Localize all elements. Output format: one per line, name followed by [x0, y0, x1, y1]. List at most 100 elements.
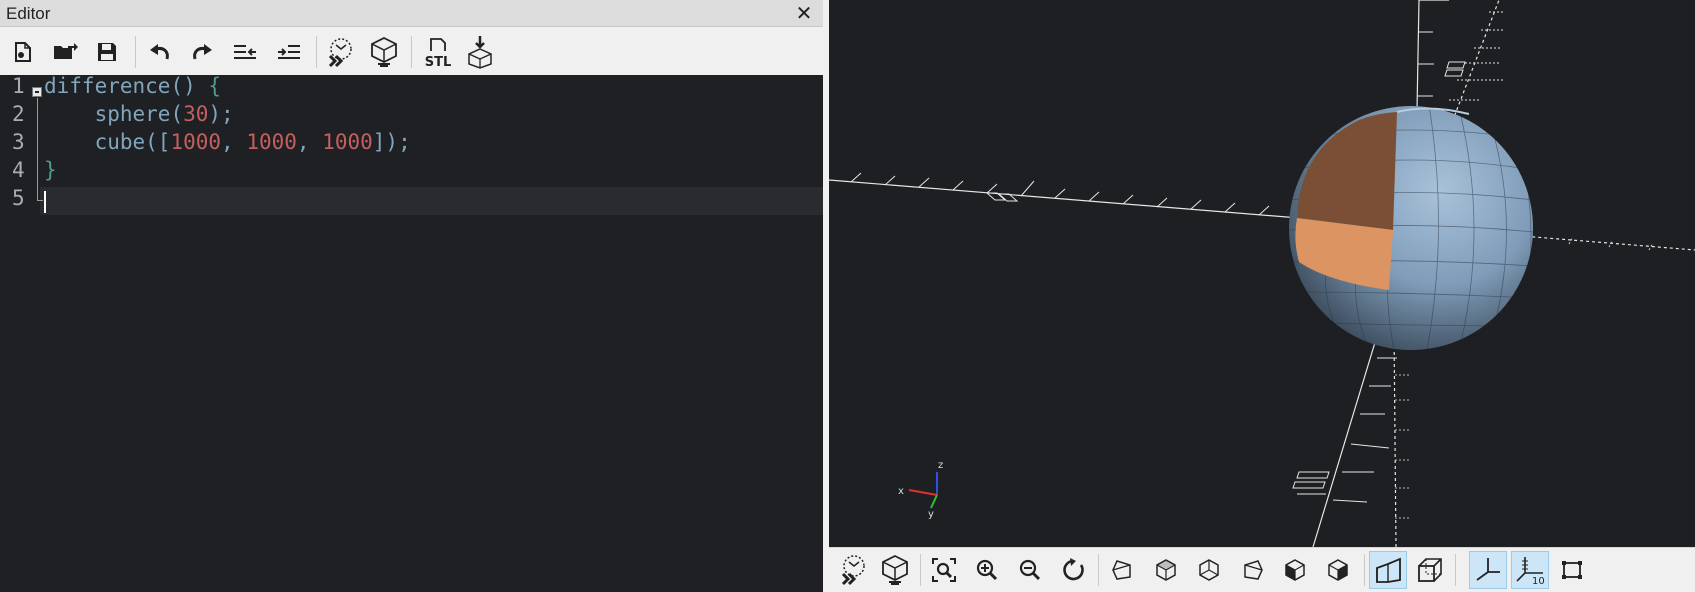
function-name: cube — [94, 130, 146, 154]
editor-title: Editor — [6, 4, 51, 23]
code-punctuation: ); — [208, 102, 234, 126]
toolbar-separator — [920, 554, 921, 586]
line-number: 2 — [12, 102, 25, 126]
redo-button[interactable] — [185, 35, 219, 69]
current-line-highlight — [40, 187, 823, 215]
show-scale-markers-icon: 10 — [1516, 557, 1545, 585]
code-punctuation: ( — [170, 102, 184, 126]
reset-view-button[interactable] — [1054, 551, 1092, 589]
view-front-icon — [1285, 559, 1305, 581]
zoom-in-button[interactable] — [968, 551, 1006, 589]
export-stl-icon: STL — [425, 38, 452, 69]
view-front-button[interactable] — [1276, 551, 1314, 589]
show-edges-button[interactable] — [1553, 551, 1591, 589]
view-left-icon — [1244, 560, 1263, 580]
code-line-1: difference() { — [44, 74, 221, 98]
stl-label: STL — [425, 55, 452, 69]
new-file-icon — [15, 42, 31, 62]
view-toolbar: 10 — [829, 547, 1695, 592]
z-axis-ticks — [1417, 31, 1434, 97]
view-bottom-icon — [1199, 559, 1219, 581]
send-to-print-icon — [468, 36, 492, 69]
unindent-button[interactable] — [228, 35, 262, 69]
render-icon — [882, 554, 908, 585]
toolbar-separator — [1098, 554, 1099, 586]
zoom-out-icon — [1019, 559, 1041, 581]
zoom-out-button[interactable] — [1011, 551, 1049, 589]
toolbar-separator — [135, 36, 136, 68]
save-icon — [98, 43, 116, 61]
orthogonal-button[interactable] — [1411, 551, 1449, 589]
y-axis-ticks-positive — [1449, 11, 1505, 101]
z-scale-marker — [1444, 61, 1466, 77]
app-window: Editor ✕ STL 1 2 3 4 5 difference() {sp… — [0, 0, 1695, 592]
preview-button[interactable] — [324, 35, 358, 69]
show-axes-button[interactable] — [1469, 551, 1507, 589]
gizmo-x-label: x — [898, 486, 904, 497]
fold-toggle[interactable] — [32, 87, 42, 97]
indent-button[interactable] — [272, 35, 306, 69]
gizmo-x-axis — [908, 489, 938, 496]
line-number: 1 — [12, 74, 25, 98]
view-all-button[interactable] — [925, 551, 963, 589]
code-number: 30 — [183, 102, 209, 126]
preview-icon — [328, 38, 352, 68]
code-punctuation: () — [170, 74, 209, 98]
toolbar-separator — [411, 36, 412, 68]
code-line-3: cube([1000, 1000, 1000]); — [44, 130, 411, 154]
reset-view-icon — [1063, 558, 1084, 581]
undo-icon — [150, 44, 169, 60]
code-brace: { — [208, 74, 222, 98]
view-back-button[interactable] — [1319, 551, 1357, 589]
render-button[interactable] — [876, 551, 914, 589]
zoom-in-icon — [976, 559, 998, 581]
code-brace: } — [44, 158, 57, 182]
show-scale-markers-button[interactable]: 10 — [1511, 551, 1549, 589]
z-axis-positive — [1416, 0, 1420, 111]
preview-icon — [841, 555, 865, 586]
view-top-button[interactable] — [1147, 551, 1185, 589]
editor-titlebar: Editor ✕ — [0, 0, 823, 27]
x-axis-ticks — [850, 172, 1270, 216]
code-punctuation: , — [296, 130, 323, 154]
view-left-button[interactable] — [1233, 551, 1271, 589]
x-axis-ticks-positive — [1528, 232, 1654, 251]
z-axis-ticks-negative — [1395, 344, 1411, 519]
close-icon[interactable]: ✕ — [793, 1, 815, 25]
gizmo-y-axis — [930, 494, 938, 509]
save-button[interactable] — [90, 35, 124, 69]
send-to-print-button[interactable] — [463, 35, 497, 69]
line-number: 3 — [12, 130, 25, 154]
editor-toolbar: STL — [0, 28, 823, 75]
preview-button[interactable] — [835, 551, 873, 589]
render-button[interactable] — [367, 35, 401, 69]
export-stl-button[interactable]: STL — [421, 35, 455, 69]
3d-viewport[interactable]: z x y — [829, 0, 1695, 547]
render-icon — [371, 36, 397, 67]
function-name: difference — [44, 74, 171, 98]
view-back-icon — [1328, 559, 1348, 581]
cut-face-top — [1297, 112, 1397, 230]
view-right-icon — [1112, 560, 1131, 580]
gizmo-y-label: y — [928, 509, 934, 520]
view-right-button[interactable] — [1104, 551, 1142, 589]
fold-guide — [37, 98, 38, 201]
code-editor[interactable]: 1 2 3 4 5 difference() { sphere(30); cub… — [0, 74, 823, 592]
gizmo-z-label: z — [938, 460, 943, 471]
undo-button[interactable] — [143, 35, 177, 69]
open-button[interactable] — [48, 35, 82, 69]
y-scale-marker — [1292, 471, 1330, 495]
new-file-button[interactable] — [6, 35, 40, 69]
line-number: 5 — [12, 186, 25, 210]
text-caret — [44, 191, 46, 213]
z-axis-negative — [1393, 329, 1397, 547]
code-punctuation: ]); — [372, 130, 411, 154]
perspective-button[interactable] — [1369, 551, 1407, 589]
view-bottom-button[interactable] — [1190, 551, 1228, 589]
view-all-icon — [932, 558, 956, 582]
axes-lines — [829, 0, 1695, 547]
redo-icon — [193, 44, 212, 60]
viewport-canvas: z x y — [829, 0, 1695, 547]
